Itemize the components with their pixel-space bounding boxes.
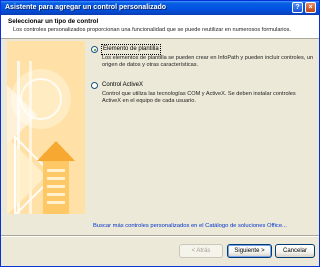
header-panel: Seleccionar un tipo de control Los contr…	[1, 15, 319, 39]
title-bar[interactable]: Asistente para agregar un control person…	[1, 1, 319, 15]
decorative-art-panel	[7, 41, 85, 214]
page-description: Los controles personalizados proporciona…	[13, 27, 291, 33]
window-title: Asistente para agregar un control person…	[5, 4, 167, 11]
page-title: Seleccionar un tipo de control	[8, 18, 99, 25]
help-button[interactable]: ?	[292, 2, 303, 13]
next-button[interactable]: Siguiente >	[227, 244, 272, 258]
back-button[interactable]: < Atrás	[179, 244, 223, 258]
wizard-window: Asistente para agregar un control person…	[0, 0, 320, 267]
decorative-arrows-graphic	[7, 41, 85, 214]
close-button[interactable]: ×	[305, 2, 316, 13]
control-type-options: Elemento de plantilla Los elementos de p…	[89, 41, 317, 191]
activex-label[interactable]: Control ActiveX	[102, 81, 143, 90]
cancel-button[interactable]: Cancelar	[275, 244, 315, 258]
option-activex-control[interactable]: Control ActiveX Control que utiliza las …	[91, 81, 315, 121]
activex-radio[interactable]	[91, 82, 98, 89]
activex-description: Control que utiliza las tecnologías COM …	[102, 91, 296, 104]
template-part-radio[interactable]	[91, 46, 98, 53]
separator	[1, 235, 319, 237]
office-catalog-link[interactable]: Buscar más controles personalizados en e…	[93, 223, 287, 229]
template-part-label[interactable]: Elemento de plantilla	[101, 44, 161, 55]
template-part-description: Los elementos de plantilla se pueden cre…	[102, 55, 314, 68]
